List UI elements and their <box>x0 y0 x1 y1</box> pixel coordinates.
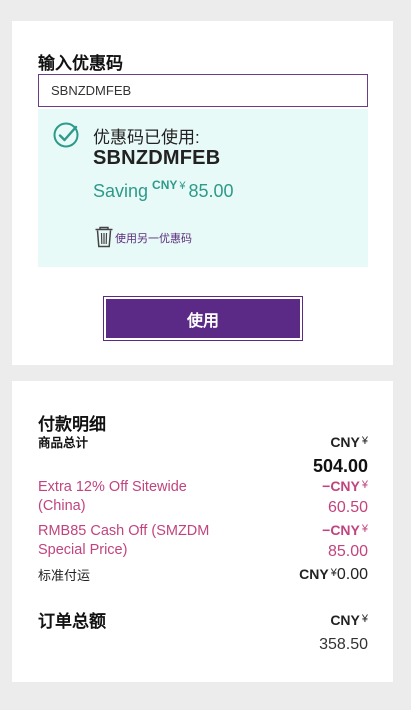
discount-label: RMB85 Cash Off (SMZDM Special Price) <box>38 523 210 558</box>
discount-symbol: ¥ <box>361 523 368 535</box>
shipping-label: 标准付运 <box>38 568 91 583</box>
discount-prefix: −CNY <box>322 478 360 494</box>
total-symbol: ¥ <box>361 613 368 625</box>
promo-code-card: 输入优惠码 优惠码已使用: SBNZDMFEB SavingCNY¥85.00 … <box>12 21 393 365</box>
total-amount: 358.50 <box>319 636 368 653</box>
subtotal-symbol: ¥ <box>361 435 368 447</box>
promo-applied-panel: 优惠码已使用: SBNZDMFEB Saving CNY ¥85.00 使用另一优惠… <box>38 109 368 267</box>
total-currency: CNY <box>330 612 360 628</box>
discount-symbol: ¥ <box>361 479 368 491</box>
discount-value: −CNY ¥ 85.00 <box>322 522 368 561</box>
discount-amount: 85.00 <box>327 543 368 560</box>
discount-amount: 60.50 <box>327 499 368 516</box>
subtotal-value: CNY ¥ 504.00 <box>313 434 368 477</box>
promo-title: 输入优惠码 <box>38 54 123 73</box>
subtotal-label: 商品总计 <box>38 436 89 450</box>
promo-applied-label: 优惠码已使用: <box>93 128 200 147</box>
saving-amount: 85.00 <box>188 181 234 201</box>
promo-code-input[interactable] <box>38 74 368 107</box>
trash-icon <box>95 226 113 248</box>
shipping-value: CNY ¥0.00 <box>299 566 368 584</box>
shipping-symbol: ¥ <box>330 567 337 579</box>
discount-value: −CNY ¥ 60.50 <box>322 478 368 517</box>
shipping-currency: CNY <box>299 566 329 582</box>
check-circle-icon <box>53 122 79 148</box>
use-another-code-text: 使用另一优惠码 <box>115 233 192 245</box>
total-value: CNY ¥ 358.50 <box>319 612 368 654</box>
apply-button[interactable]: 使用 <box>103 296 303 341</box>
payment-title: 付款明细 <box>38 415 106 434</box>
saving-symbol: ¥ <box>179 180 186 192</box>
subtotal-currency: CNY <box>330 434 360 450</box>
payment-details-card: 付款明细 商品总计 CNY ¥ 504.00 Extra 12% Off Site… <box>12 381 393 682</box>
discount-label: Extra 12% Off Sitewide (China) <box>38 479 187 514</box>
discount-prefix: −CNY <box>322 522 360 538</box>
saving-currency: CNY <box>152 178 178 192</box>
use-another-code-link[interactable]: 使用另一优惠码 <box>94 226 192 248</box>
subtotal-amount: 504.00 <box>312 456 368 476</box>
saving-amount-row: Saving CNY ¥85.00 <box>93 178 234 202</box>
promo-applied-code: SBNZDMFEB <box>93 147 221 169</box>
saving-label: Saving <box>93 181 149 201</box>
shipping-amount: 0.00 <box>336 566 368 583</box>
total-label: 订单总额 <box>38 612 106 631</box>
